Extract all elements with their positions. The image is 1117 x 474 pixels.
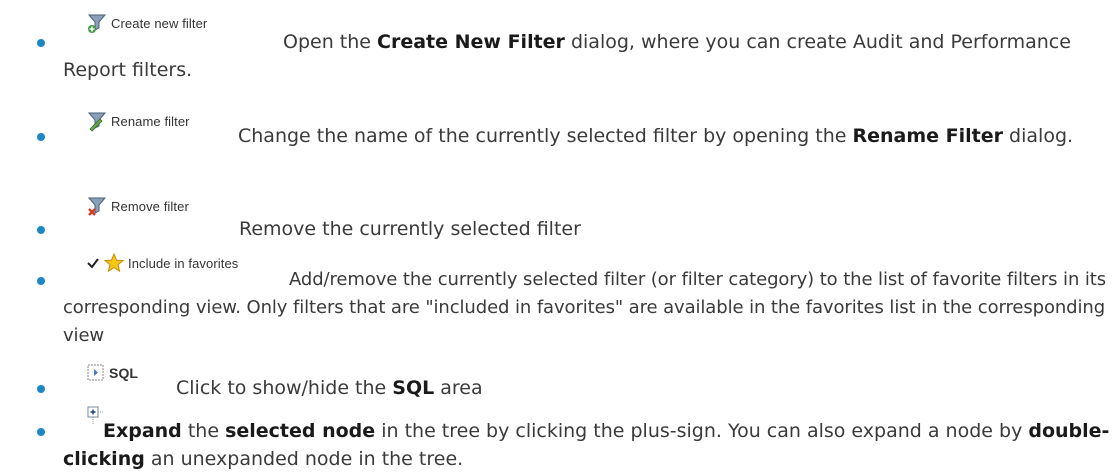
item-description: Expand the selected node in the tree by … [63, 420, 1110, 470]
item-description: Add/remove the currently selected filter… [63, 269, 1107, 346]
list-item: Remove filter Remove the currently selec… [0, 195, 1117, 245]
remove-filter-button[interactable]: Remove filter [86, 195, 189, 217]
list-item: Create new filter Open the Create New Fi… [0, 0, 1117, 110]
item-description: Click to show/hide the SQL area [176, 377, 483, 399]
list-bullet [37, 385, 45, 393]
list-bullet [37, 39, 45, 47]
item-description: Remove the currently selected filter [239, 218, 581, 240]
item-description: Open the Create New Filter dialog, where… [63, 31, 1071, 81]
list-item: SQL Click to show/hide the SQL area [0, 362, 1117, 402]
list-bullet [37, 428, 45, 436]
funnel-remove-icon [87, 197, 107, 216]
list-bullet [37, 226, 45, 234]
list-item: Expand the selected node in the tree by … [0, 404, 1117, 474]
list-bullet [37, 133, 45, 141]
list-item: Rename filter Change the name of the cur… [0, 110, 1117, 190]
item-description: Change the name of the currently selecte… [238, 125, 1074, 147]
list-bullet [37, 277, 45, 285]
list-item: Include in favorites Add/remove the curr… [0, 252, 1117, 347]
